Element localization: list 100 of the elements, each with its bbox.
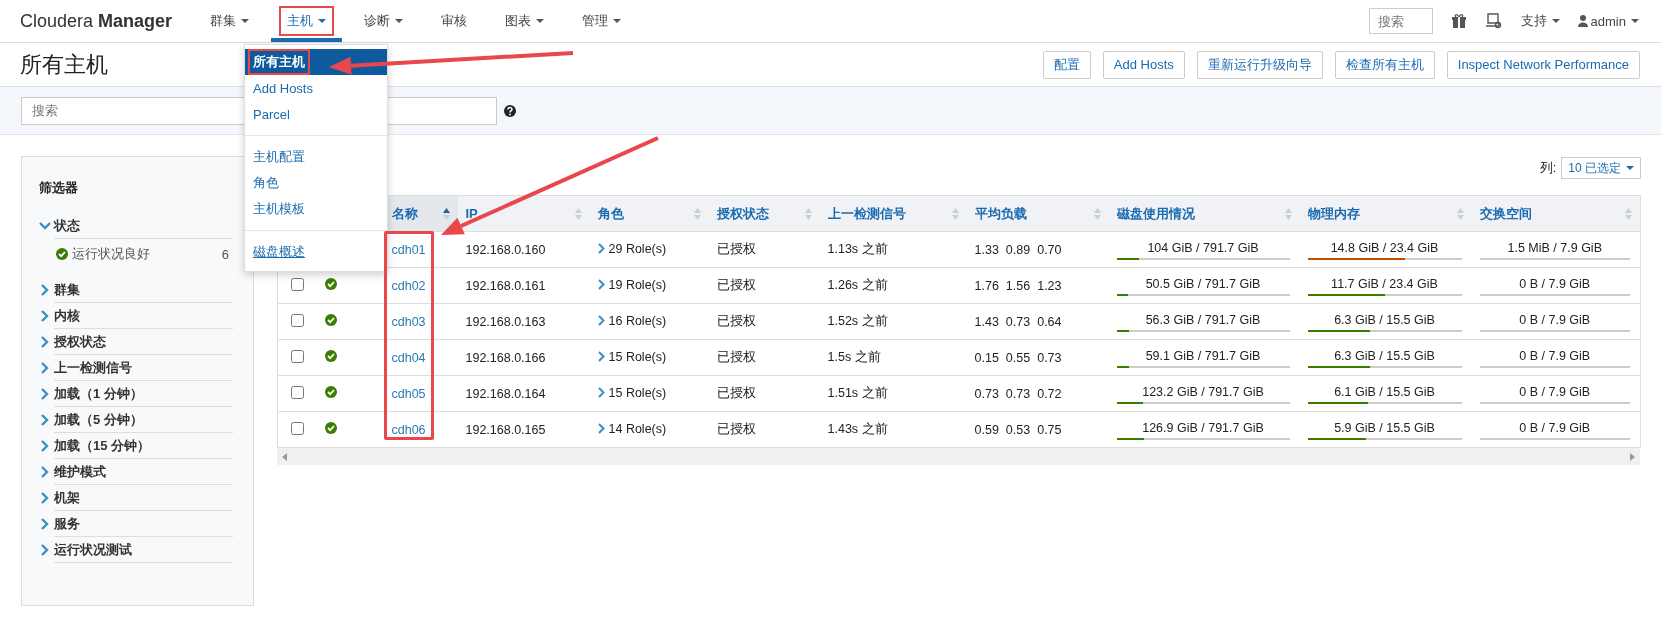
- chevron-right-icon[interactable]: [597, 315, 605, 327]
- user-menu[interactable]: admin: [1577, 13, 1639, 29]
- chevron-right-icon[interactable]: [597, 351, 605, 363]
- gift-icon[interactable]: [1450, 13, 1467, 29]
- usage-text: 0 B / 7.9 GiB: [1518, 311, 1592, 328]
- table-cell: 1.26s 之前: [819, 267, 967, 304]
- nav-menu-item[interactable]: 管理: [566, 0, 638, 42]
- menu-item[interactable]: 角色: [248, 170, 284, 196]
- column-header[interactable]: IP: [457, 195, 590, 232]
- menu-item[interactable]: 磁盘概述: [248, 239, 310, 265]
- row-checkbox[interactable]: [291, 313, 305, 327]
- action-button[interactable]: Add Hosts: [1102, 50, 1185, 79]
- chevron-right-icon[interactable]: [39, 440, 51, 452]
- column-header[interactable]: 磁盘使用情况: [1108, 195, 1300, 232]
- column-header[interactable]: 授权状态: [708, 195, 820, 232]
- host-link[interactable]: cdh04: [391, 350, 426, 365]
- chevron-right-icon[interactable]: [39, 414, 51, 426]
- nav-menu-item[interactable]: 诊断: [348, 0, 420, 42]
- sort-icon: [442, 207, 450, 220]
- action-button[interactable]: 检查所有主机: [1334, 50, 1435, 79]
- table-cell: 192.168.0.164: [457, 375, 590, 412]
- chevron-right-icon[interactable]: [597, 423, 605, 435]
- columns-label: 列:: [1539, 159, 1557, 177]
- filter-section[interactable]: 服务: [54, 511, 233, 537]
- host-link[interactable]: cdh03: [391, 314, 426, 329]
- row-checkbox[interactable]: [291, 349, 305, 363]
- load-value: 0.73: [1005, 314, 1031, 329]
- chevron-right-icon[interactable]: [39, 466, 51, 478]
- filter-section[interactable]: 上一检测信号: [54, 355, 233, 381]
- nav-menu-item[interactable]: 审核: [425, 0, 484, 42]
- filter-count: 6: [221, 246, 230, 262]
- load-value: 0.75: [1037, 422, 1062, 437]
- filter-section[interactable]: 维护模式: [54, 459, 233, 485]
- usage-text: 123.2 GiB / 791.7 GiB: [1141, 383, 1265, 400]
- column-header[interactable]: 交换空间: [1471, 195, 1641, 232]
- roles-link[interactable]: 19 Role(s): [608, 277, 667, 292]
- chevron-right-icon[interactable]: [39, 518, 51, 530]
- action-button[interactable]: 重新运行升级向导: [1196, 50, 1323, 79]
- document-icon[interactable]: [1484, 13, 1503, 29]
- horizontal-scrollbar[interactable]: [277, 448, 1640, 465]
- nav-menu-item[interactable]: 群集: [194, 0, 266, 42]
- filter-section[interactable]: 状态: [54, 213, 233, 239]
- filter-option[interactable]: 运行状况良好: [72, 245, 218, 263]
- roles-link[interactable]: 15 Role(s): [608, 349, 667, 364]
- chevron-right-icon[interactable]: [39, 310, 51, 322]
- usage-text: 126.9 GiB / 791.7 GiB: [1141, 419, 1265, 436]
- chevron-right-icon[interactable]: [39, 388, 51, 400]
- table-cell: 已授权: [708, 303, 820, 340]
- host-link[interactable]: cdh02: [391, 278, 426, 293]
- row-checkbox[interactable]: [291, 385, 305, 399]
- row-checkbox[interactable]: [291, 421, 305, 435]
- column-header[interactable]: 上一检测信号: [819, 195, 967, 232]
- menu-item[interactable]: 所有主机: [248, 49, 310, 75]
- filter-section[interactable]: 加载（1 分钟）: [54, 381, 233, 407]
- chevron-right-icon[interactable]: [39, 284, 51, 296]
- host-link[interactable]: cdh06: [391, 422, 426, 437]
- filter-section[interactable]: 授权状态: [54, 329, 233, 355]
- sort-icon: [1093, 207, 1101, 220]
- scroll-right-icon[interactable]: [1629, 452, 1635, 461]
- chevron-right-icon[interactable]: [39, 544, 51, 556]
- roles-link[interactable]: 29 Role(s): [608, 241, 667, 256]
- help-icon[interactable]: [504, 104, 516, 117]
- load-value: 1.56: [1005, 278, 1031, 293]
- filter-section[interactable]: 加载（5 分钟）: [54, 407, 233, 433]
- action-button[interactable]: Inspect Network Performance: [1446, 50, 1640, 79]
- filter-section[interactable]: 加载（15 分钟）: [54, 433, 233, 459]
- filter-section[interactable]: 运行状况测试: [54, 537, 233, 563]
- columns-dropdown[interactable]: 10 已选定: [1561, 157, 1641, 179]
- filter-section[interactable]: 群集: [54, 277, 233, 303]
- chevron-right-icon[interactable]: [39, 492, 51, 504]
- chevron-right-icon[interactable]: [597, 243, 605, 255]
- roles-link[interactable]: 16 Role(s): [608, 313, 667, 328]
- sort-icon: [804, 207, 812, 220]
- scroll-left-icon[interactable]: [282, 452, 288, 461]
- usage-text: 0 B / 7.9 GiB: [1518, 275, 1592, 292]
- load-value: 0.15: [974, 350, 999, 365]
- column-header[interactable]: 平均负载: [966, 195, 1109, 232]
- chevron-right-icon[interactable]: [39, 362, 51, 374]
- chevron-right-icon[interactable]: [39, 336, 51, 348]
- roles-link[interactable]: 15 Role(s): [608, 385, 667, 400]
- chevron-right-icon[interactable]: [597, 387, 605, 399]
- chevron-right-icon[interactable]: [597, 279, 605, 291]
- column-header[interactable]: 物理内存: [1299, 195, 1472, 232]
- menu-item[interactable]: 主机模板: [248, 196, 310, 222]
- menu-item[interactable]: Parcel: [248, 102, 295, 126]
- support-menu[interactable]: 支持: [1520, 12, 1560, 30]
- host-link[interactable]: cdh01: [391, 242, 426, 257]
- column-header[interactable]: 角色: [589, 195, 709, 232]
- chevron-down-icon[interactable]: [39, 220, 51, 232]
- filter-section[interactable]: 内核: [54, 303, 233, 329]
- host-link[interactable]: cdh05: [391, 386, 426, 401]
- search-field[interactable]: 搜索: [1368, 8, 1433, 34]
- nav-menu-item[interactable]: 图表: [489, 0, 561, 42]
- menu-item[interactable]: 主机配置: [248, 144, 310, 170]
- row-checkbox[interactable]: [291, 277, 305, 291]
- action-button[interactable]: 配置: [1042, 50, 1091, 79]
- brand-logo[interactable]: Cloudera Manager: [20, 10, 173, 32]
- filter-section[interactable]: 机架: [54, 485, 233, 511]
- roles-link[interactable]: 14 Role(s): [608, 421, 667, 436]
- load-value: 1.43: [974, 314, 999, 329]
